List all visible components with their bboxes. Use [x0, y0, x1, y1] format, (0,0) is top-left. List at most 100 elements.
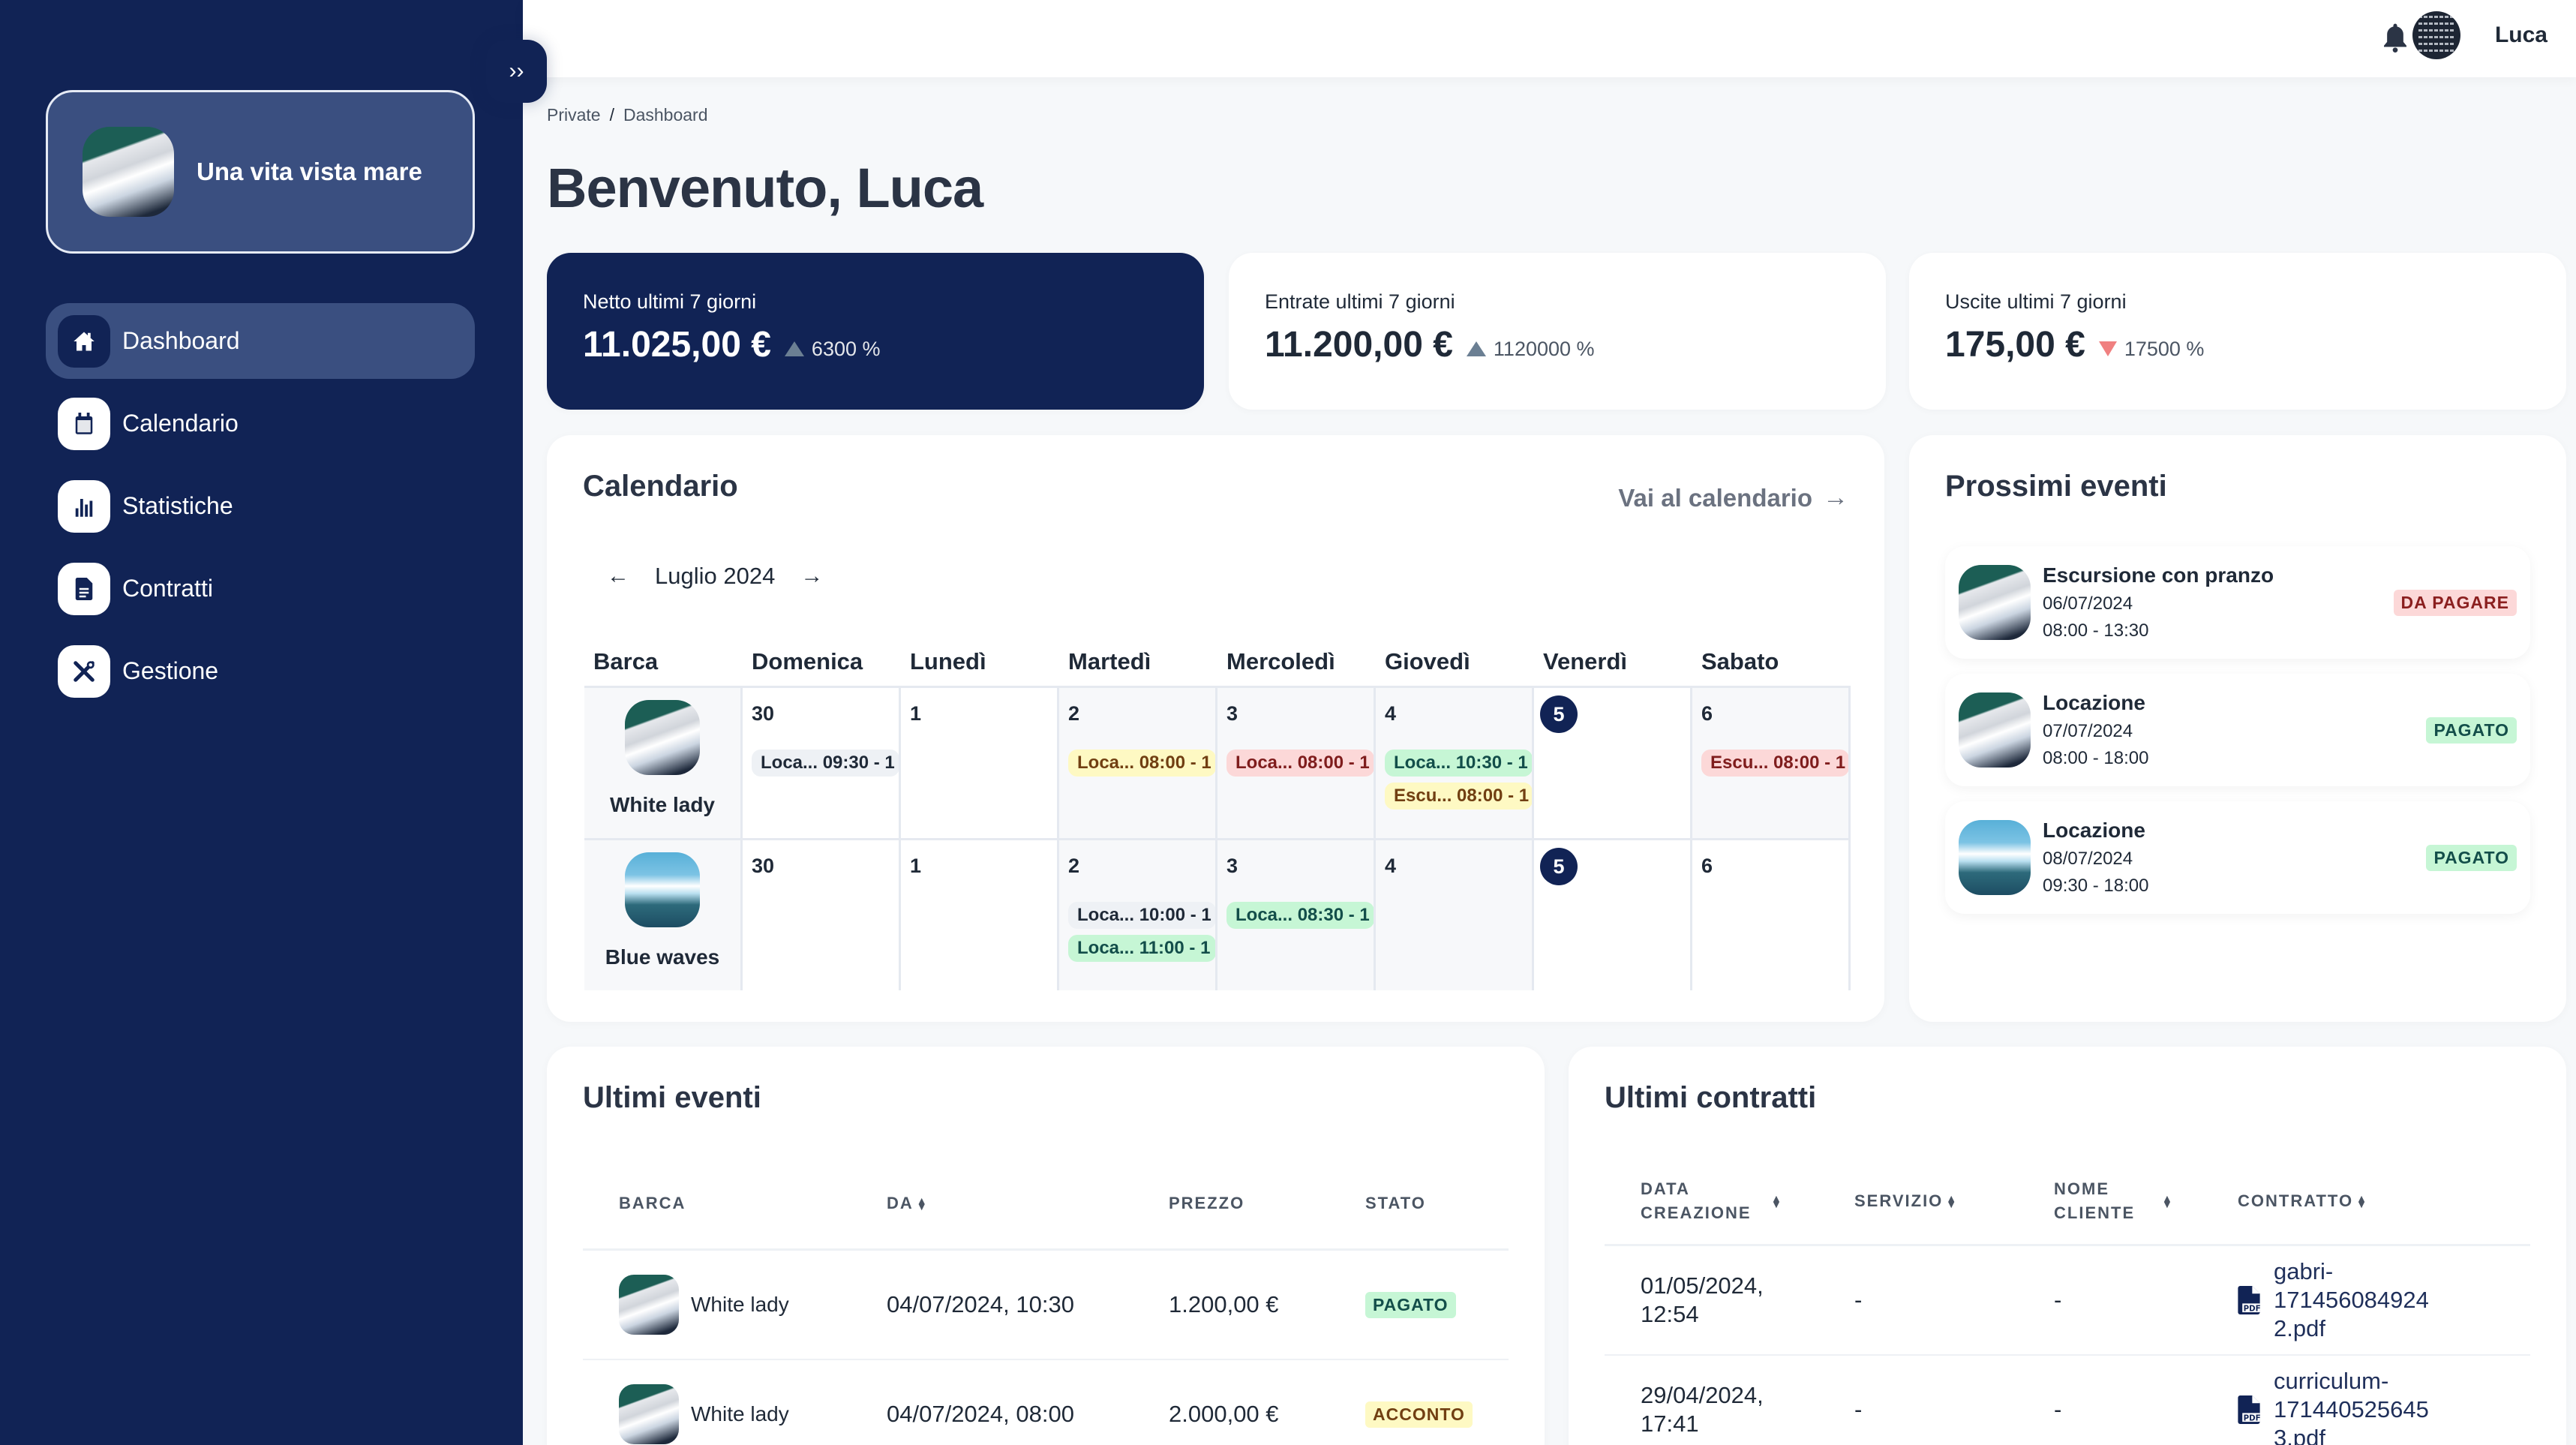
day-cell[interactable]: 5 [1534, 688, 1692, 838]
event-chip[interactable]: Loca... 08:00 - 1 [1226, 750, 1374, 777]
contract-file-link[interactable]: PDF curriculum- 1714405256453.pdf [2238, 1367, 2439, 1445]
sidebar-item-dashboard[interactable]: Dashboard [46, 303, 475, 379]
sidebar-item-label: Calendario [122, 410, 239, 437]
th-da[interactable]: DA ▲ ▼ [851, 1194, 1133, 1213]
sidebar-item-calendario[interactable]: Calendario [46, 386, 475, 461]
event-chip[interactable]: Loca... 11:00 - 1 [1068, 935, 1215, 962]
status-badge: PAGATO [2426, 845, 2517, 871]
trend-up-icon [784, 341, 804, 356]
boat-image [1959, 565, 2031, 640]
sidebar-item-label: Gestione [122, 657, 219, 684]
th-servizio[interactable]: SERVIZIO ▲ ▼ [1818, 1191, 2018, 1211]
recent-contracts-card: Ultimi contratti DATA CREAZIONE ▲ ▼ SERVIZ… [1569, 1047, 2566, 1445]
bell-icon[interactable] [2382, 23, 2408, 53]
table-row[interactable]: White lady 04/07/2024, 10:30 1.200,00 € … [583, 1251, 1509, 1360]
upcoming-event-item[interactable]: Locazione 07/07/2024 08:00 - 18:00 PAGAT… [1945, 674, 2530, 786]
cell-data-creazione: 29/04/2024, 17:41 [1641, 1382, 1764, 1437]
day-number: 30 [752, 855, 775, 877]
day-events: Loca... 08:00 - 1 [1226, 750, 1374, 777]
sidebar-toggle-button[interactable]: ›› [486, 40, 547, 103]
contract-file-name: curriculum- 1714405256453.pdf [2274, 1368, 2429, 1445]
sort-icon[interactable]: ▲ ▼ [917, 1195, 929, 1212]
day-cell[interactable]: 3 Loca... 08:30 - 1 [1217, 840, 1376, 990]
day-events: Escu... 08:00 - 1 [1701, 750, 1848, 777]
month-label: Luglio 2024 [655, 563, 776, 589]
event-time: 09:30 - 18:00 [2043, 876, 2149, 896]
day-cell[interactable]: 1 [901, 840, 1059, 990]
event-chip[interactable]: Escu... 08:00 - 1 [1701, 750, 1848, 777]
sidebar-item-gestione[interactable]: Gestione [46, 633, 475, 709]
th-nome-cliente[interactable]: NOME CLIENTE ▲ ▼ [2018, 1177, 2202, 1225]
stat-value: 11.025,00 € [583, 325, 771, 365]
stat-value: 11.200,00 € [1265, 325, 1453, 365]
sidebar-item-contratti[interactable]: Contratti [46, 551, 475, 626]
event-chip[interactable]: Loca... 08:00 - 1 [1068, 750, 1215, 777]
sidebar: Una vita vista mare Dashboard Calendario… [0, 0, 523, 1445]
status-badge: PAGATO [2426, 717, 2517, 744]
breadcrumb-private[interactable]: Private [547, 105, 601, 125]
event-chip[interactable]: Loca... 10:00 - 1 [1068, 902, 1215, 929]
th-data-creazione[interactable]: DATA CREAZIONE ▲ ▼ [1605, 1177, 1818, 1225]
stat-label: Entrate ultimi 7 giorni [1265, 290, 1455, 313]
sort-icon[interactable]: ▲ ▼ [1946, 1193, 1958, 1209]
recent-contracts-title: Ultimi contratti [1605, 1081, 1817, 1114]
brand-name: Una vita vista mare [197, 158, 422, 185]
event-chip[interactable]: Loca... 09:30 - 1 [752, 750, 899, 777]
breadcrumb: Private / Dashboard [547, 105, 708, 125]
day-cell[interactable]: 4 Loca... 10:30 - 1 Escu... 08:00 - 1 [1376, 688, 1534, 838]
stat-card-uscite: Uscite ultimi 7 giorni 175,00 € 17500 % [1909, 253, 2566, 410]
stat-trend: 6300 % [784, 338, 881, 361]
event-chip[interactable]: Loca... 08:30 - 1 [1226, 902, 1374, 929]
day-cell[interactable]: 30 [743, 840, 901, 990]
day-number: 3 [1226, 702, 1238, 725]
document-icon [58, 562, 110, 615]
boat-name: White lady [691, 1293, 789, 1316]
svg-text:PDF: PDF [2244, 1305, 2260, 1314]
sort-icon[interactable]: ▲ ▼ [2356, 1193, 2368, 1209]
calendar-grid: Barca Domenica Lunedì Martedì Mercoledì … [584, 638, 1851, 990]
sort-icon[interactable]: ▲ ▼ [1771, 1193, 1783, 1209]
goto-calendar-link[interactable]: Vai al calendario → [1618, 483, 1848, 512]
recent-events-title: Ultimi eventi [583, 1081, 761, 1114]
th-label: PREZZO [1169, 1193, 1245, 1212]
day-cell[interactable]: 1 [901, 688, 1059, 838]
user-name[interactable]: Luca [2495, 23, 2547, 48]
sort-icon[interactable]: ▲ ▼ [2162, 1193, 2174, 1209]
day-cell[interactable]: 6 [1692, 840, 1851, 990]
calendar-row: Blue waves 30 1 2 Loca... 10:00 - 1 Loca... 1… [584, 838, 1851, 990]
day-cell[interactable]: 4 [1376, 840, 1534, 990]
day-events: Loca... 08:00 - 1 [1068, 750, 1215, 777]
day-cell[interactable]: 3 Loca... 08:00 - 1 [1217, 688, 1376, 838]
day-cell[interactable]: 30 Loca... 09:30 - 1 [743, 688, 901, 838]
svg-text:PDF: PDF [2244, 1415, 2260, 1423]
col-header: Giovedì [1385, 648, 1470, 674]
th-label: NOME CLIENTE [2054, 1179, 2136, 1222]
table-row[interactable]: White lady 04/07/2024, 08:00 2.000,00 € … [583, 1360, 1509, 1445]
avatar[interactable] [2412, 11, 2460, 59]
cell-barca: White lady [583, 1275, 851, 1335]
sidebar-item-statistiche[interactable]: Statistiche [46, 468, 475, 544]
event-date: 07/07/2024 [2043, 721, 2133, 741]
upcoming-event-item[interactable]: Escursione con pranzo 06/07/2024 08:00 -… [1945, 546, 2530, 659]
day-cell[interactable]: 2 Loca... 10:00 - 1 Loca... 11:00 - 1 [1059, 840, 1217, 990]
event-chip[interactable]: Escu... 08:00 - 1 [1385, 783, 1532, 810]
brand-card[interactable]: Una vita vista mare [46, 90, 475, 254]
event-date: 08/07/2024 [2043, 849, 2133, 869]
next-month-button[interactable]: → [800, 563, 823, 589]
recent-contracts-table: DATA CREAZIONE ▲ ▼ SERVIZIO ▲ ▼ NOME CLIENTE… [1605, 1158, 2530, 1445]
event-chip[interactable]: Loca... 10:30 - 1 [1385, 750, 1532, 777]
upcoming-event-item[interactable]: Locazione 08/07/2024 09:30 - 18:00 PAGAT… [1945, 801, 2530, 914]
th-label: DATA CREAZIONE [1641, 1179, 1752, 1222]
day-cell[interactable]: 6 Escu... 08:00 - 1 [1692, 688, 1851, 838]
day-cell[interactable]: 2 Loca... 08:00 - 1 [1059, 688, 1217, 838]
table-row: 01/05/2024, 12:54 - - PDF gabri- 171456084… [1605, 1246, 2530, 1356]
th-contratto[interactable]: CONTRATTO ▲ ▼ [2202, 1191, 2368, 1211]
contract-file-link[interactable]: PDF gabri- 1714560849242.pdf [2238, 1257, 2439, 1343]
contract-file-name: gabri- 1714560849242.pdf [2274, 1258, 2429, 1341]
prev-month-button[interactable]: ← [607, 563, 629, 589]
day-cell[interactable]: 5 [1534, 840, 1692, 990]
breadcrumb-dashboard: Dashboard [623, 105, 708, 125]
table-header: DATA CREAZIONE ▲ ▼ SERVIZIO ▲ ▼ NOME CLIENTE… [1605, 1158, 2530, 1246]
th-label: STATO [1365, 1193, 1426, 1212]
double-chevron-right-icon: ›› [509, 59, 524, 83]
